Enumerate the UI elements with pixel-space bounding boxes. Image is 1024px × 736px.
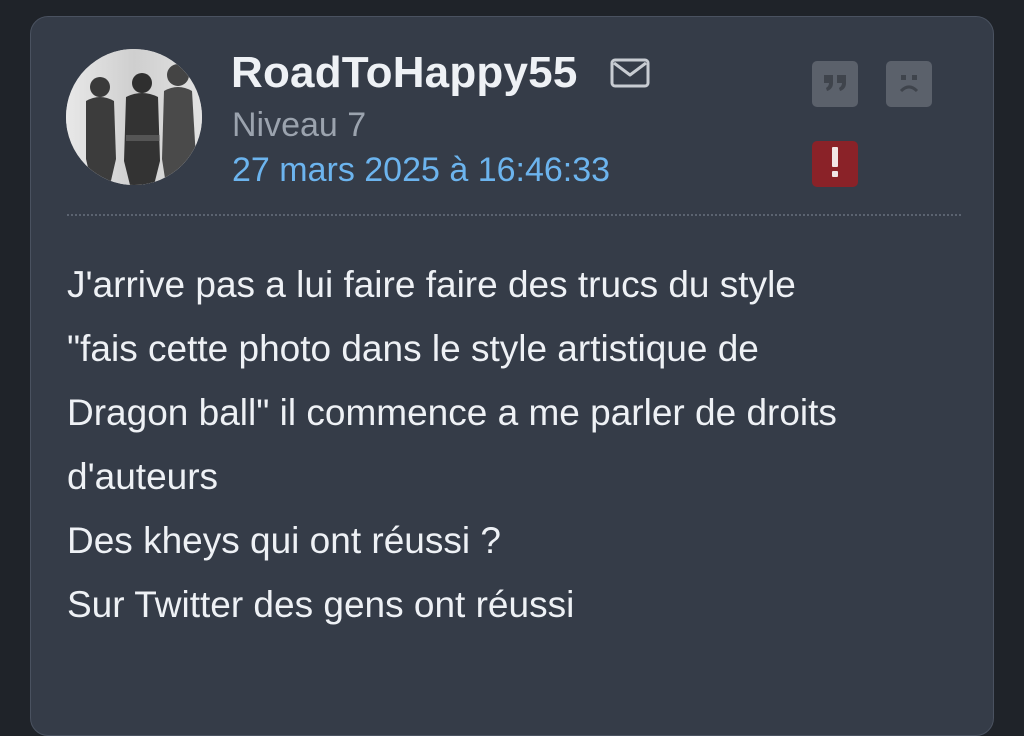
message-line: J'arrive pas a lui faire faire des trucs… xyxy=(67,264,796,305)
post-divider xyxy=(67,214,961,216)
message-line: Des kheys qui ont réussi ? xyxy=(67,520,501,561)
alert-button[interactable] xyxy=(812,141,858,187)
message-line: d'auteurs xyxy=(67,456,219,497)
user-level: Niveau 7 xyxy=(232,106,367,144)
username[interactable]: RoadToHappy55 xyxy=(231,47,578,99)
report-sad-button[interactable] xyxy=(886,61,932,107)
post-message: J'arrive pas a lui faire faire des trucs… xyxy=(67,253,967,637)
message-line: Sur Twitter des gens ont réussi xyxy=(67,584,575,625)
user-avatar[interactable] xyxy=(66,49,202,185)
quote-icon xyxy=(822,71,848,98)
quote-button[interactable] xyxy=(812,61,858,107)
exclamation-icon xyxy=(829,145,841,184)
sad-face-icon xyxy=(894,67,924,102)
username-row: RoadToHappy55 xyxy=(231,47,650,99)
message-line: Dragon ball" il commence a me parler de … xyxy=(67,392,837,433)
message-line: "fais cette photo dans le style artistiq… xyxy=(67,328,759,369)
forum-post-card: RoadToHappy55 Niveau 7 27 mars 2025 à 16… xyxy=(30,16,994,736)
envelope-icon[interactable] xyxy=(610,57,650,89)
post-date-link[interactable]: 27 mars 2025 à 16:46:33 xyxy=(232,149,610,191)
